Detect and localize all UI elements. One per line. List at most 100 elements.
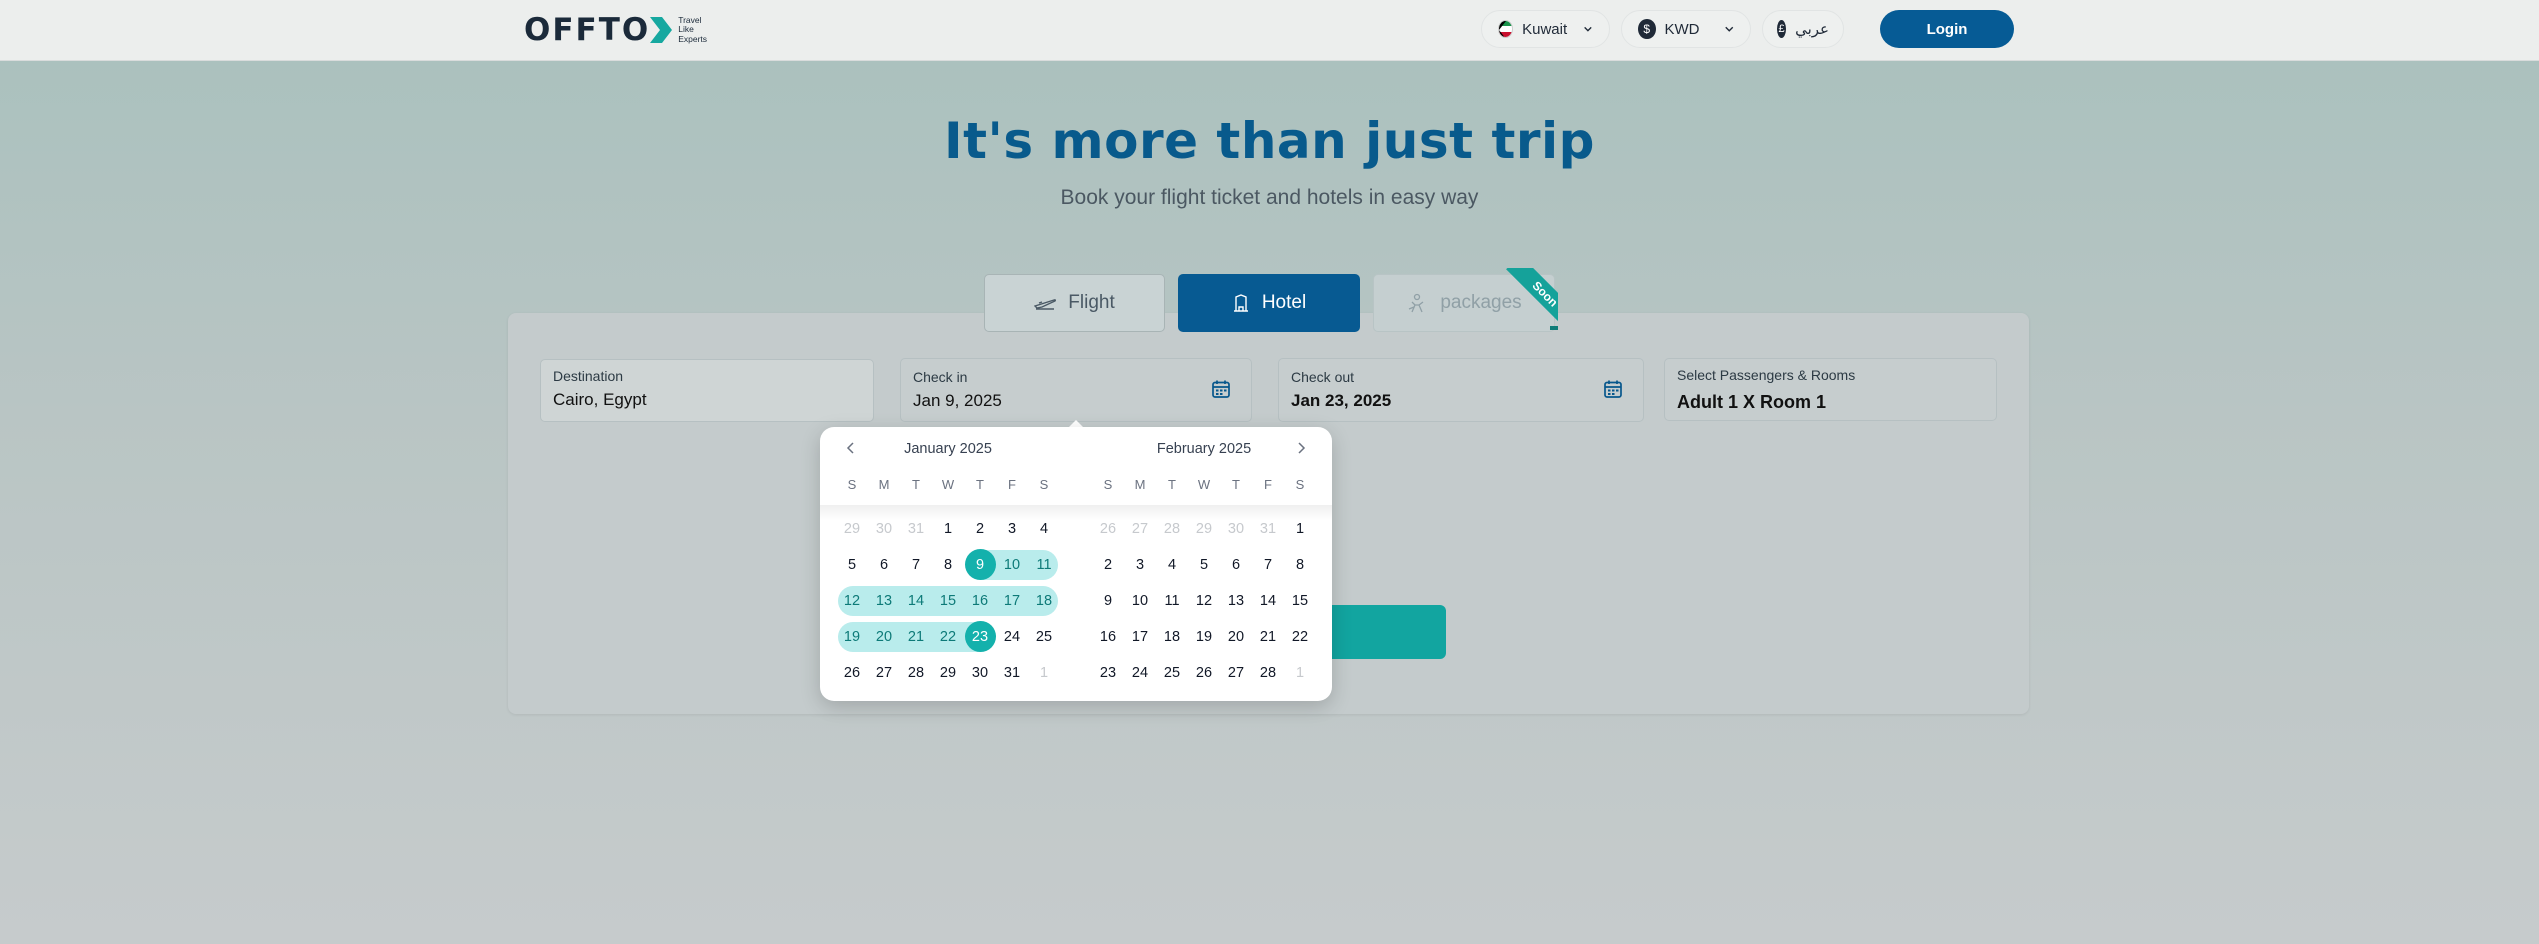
selected-start-day[interactable]: 9 — [964, 547, 996, 583]
day-number: 12 — [843, 593, 861, 609]
day-number: 22 — [1291, 629, 1309, 645]
passengers-rooms-field[interactable]: Select Passengers & Rooms Adult 1 X Room… — [1664, 358, 1997, 421]
calendar-day[interactable]: 30 — [964, 655, 996, 691]
language-switcher[interactable]: £ عربي — [1762, 10, 1844, 48]
calendar-day[interactable]: 28 — [1252, 655, 1284, 691]
checkin-field[interactable]: Check in Jan 9, 2025 — [900, 358, 1252, 422]
in-range-day[interactable]: 15 — [932, 583, 964, 619]
calendar-day[interactable]: 23 — [1092, 655, 1124, 691]
calendar-day[interactable]: 6 — [868, 547, 900, 583]
calendar-day[interactable]: 25 — [1156, 655, 1188, 691]
calendar-day[interactable]: 20 — [1220, 619, 1252, 655]
in-range-day[interactable]: 17 — [996, 583, 1028, 619]
country-label: Kuwait — [1522, 20, 1568, 38]
in-range-day[interactable]: 11 — [1028, 547, 1060, 583]
in-range-day[interactable]: 22 — [932, 619, 964, 655]
calendar-day[interactable]: 2 — [1092, 547, 1124, 583]
calendar-day[interactable]: 8 — [1284, 547, 1316, 583]
login-button[interactable]: Login — [1880, 10, 2014, 48]
day-number: 9 — [1103, 593, 1113, 609]
calendar-day[interactable]: 5 — [1188, 547, 1220, 583]
hero-title: It's more than just trip — [944, 112, 1595, 170]
calendar-day[interactable]: 12 — [1188, 583, 1220, 619]
calendar-day[interactable]: 6 — [1220, 547, 1252, 583]
day-number: 14 — [907, 593, 925, 609]
day-number: 13 — [1227, 593, 1245, 609]
tab-flight[interactable]: Flight — [984, 274, 1165, 332]
language-label: عربي — [1795, 21, 1829, 38]
in-range-day[interactable]: 13 — [868, 583, 900, 619]
day-number: 10 — [1003, 557, 1021, 573]
search-button[interactable] — [1315, 605, 1446, 659]
in-range-day[interactable]: 20 — [868, 619, 900, 655]
selected-end-day[interactable]: 23 — [964, 619, 996, 655]
day-number: 10 — [1131, 593, 1149, 609]
calendar-day[interactable]: 13 — [1220, 583, 1252, 619]
calendar-day[interactable]: 19 — [1188, 619, 1220, 655]
day-number: 20 — [875, 629, 893, 645]
calendar-day[interactable]: 31 — [996, 655, 1028, 691]
first-week-shade — [820, 505, 1332, 521]
in-range-day[interactable]: 14 — [900, 583, 932, 619]
calendar-day[interactable]: 11 — [1156, 583, 1188, 619]
checkout-field[interactable]: Check out Jan 23, 2025 — [1278, 358, 1644, 422]
building-icon — [1233, 294, 1248, 312]
day-number: 28 — [1163, 521, 1181, 537]
calendar-day[interactable]: 26 — [836, 655, 868, 691]
day-number: 2 — [975, 521, 985, 537]
in-range-day[interactable]: 16 — [964, 583, 996, 619]
calendar-day[interactable]: 29 — [932, 655, 964, 691]
calendar-day[interactable]: 14 — [1252, 583, 1284, 619]
day-number: 21 — [907, 629, 925, 645]
calendar-day[interactable]: 5 — [836, 547, 868, 583]
calendar-day[interactable]: 7 — [1252, 547, 1284, 583]
day-number: 27 — [1131, 521, 1149, 537]
calendar-day[interactable]: 27 — [1220, 655, 1252, 691]
in-range-day[interactable]: 19 — [836, 619, 868, 655]
calendar-day[interactable]: 17 — [1124, 619, 1156, 655]
day-number: 23 — [971, 629, 989, 645]
weekday-label: F — [1008, 477, 1016, 492]
calendar-day[interactable]: 10 — [1124, 583, 1156, 619]
in-range-day[interactable]: 21 — [900, 619, 932, 655]
country-selector[interactable]: Kuwait — [1481, 10, 1610, 48]
in-range-day[interactable]: 12 — [836, 583, 868, 619]
day-number: 11 — [1036, 557, 1052, 573]
calendar-day[interactable]: 16 — [1092, 619, 1124, 655]
day-number: 3 — [1135, 557, 1145, 573]
calendar-day[interactable]: 4 — [1156, 547, 1188, 583]
tab-hotel[interactable]: Hotel — [1178, 274, 1360, 332]
calendar-icon[interactable] — [1603, 379, 1623, 399]
hero-subtitle: Book your flight ticket and hotels in ea… — [1060, 186, 1479, 209]
calendar-day[interactable]: 21 — [1252, 619, 1284, 655]
calendar-day[interactable]: 24 — [1124, 655, 1156, 691]
checkin-value: Jan 9, 2025 — [913, 391, 1002, 410]
calendar-day[interactable]: 22 — [1284, 619, 1316, 655]
calendar-day[interactable]: 8 — [932, 547, 964, 583]
in-range-day[interactable]: 18 — [1028, 583, 1060, 619]
calendar-day[interactable]: 3 — [1124, 547, 1156, 583]
calendar-day[interactable]: 15 — [1284, 583, 1316, 619]
day-number: 13 — [875, 593, 893, 609]
calendar-day[interactable]: 9 — [1092, 583, 1124, 619]
brand-logo[interactable]: OFFTO Travel Like Experts — [524, 12, 707, 48]
weekday-label: W — [941, 477, 955, 492]
calendar-day[interactable]: 24 — [996, 619, 1028, 655]
destination-field[interactable]: Destination Cairo, Egypt — [540, 359, 874, 422]
passengers-rooms-value: Adult 1 X Room 1 — [1677, 392, 1827, 412]
calendar-day[interactable]: 25 — [1028, 619, 1060, 655]
destination-value: Cairo, Egypt — [553, 390, 647, 409]
month-title: February 2025 — [1156, 441, 1252, 457]
checkout-value: Jan 23, 2025 — [1291, 391, 1392, 410]
weekday-label: M — [878, 477, 890, 492]
day-number: 31 — [1003, 665, 1021, 681]
in-range-day[interactable]: 10 — [996, 547, 1028, 583]
calendar-day[interactable]: 28 — [900, 655, 932, 691]
calendar-day[interactable]: 18 — [1156, 619, 1188, 655]
calendar-day[interactable]: 27 — [868, 655, 900, 691]
calendar-icon[interactable] — [1211, 379, 1231, 399]
weekday-label: T — [976, 477, 984, 492]
calendar-day[interactable]: 7 — [900, 547, 932, 583]
currency-selector[interactable]: $ KWD — [1621, 10, 1751, 48]
calendar-day[interactable]: 26 — [1188, 655, 1220, 691]
